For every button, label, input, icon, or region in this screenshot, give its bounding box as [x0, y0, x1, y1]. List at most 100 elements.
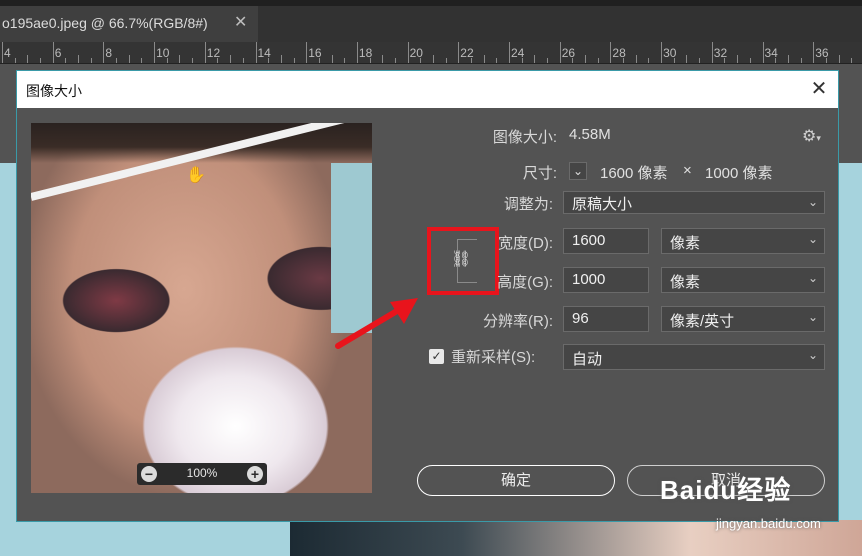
ruler-minor-tick: [40, 58, 42, 63]
width-unit-value: 像素: [670, 235, 701, 252]
close-tab-icon[interactable]: ✕: [234, 12, 247, 32]
ruler-minor-tick: [547, 58, 549, 63]
ruler-minor-tick: [217, 58, 219, 63]
ruler-minor-tick: [179, 55, 181, 63]
zoom-out-button[interactable]: −: [141, 466, 157, 482]
document-tab-title: o195ae0.jpeg @ 66.7%(RGB/8#): [2, 15, 208, 31]
height-label: 高度(G):: [497, 274, 553, 291]
ruler-label: 6: [54, 46, 62, 60]
ruler-tick: [458, 42, 460, 63]
height-unit-select[interactable]: 像素 ⌄: [661, 267, 825, 293]
ruler-minor-tick: [699, 58, 701, 63]
horizontal-ruler: 4 6 8 10 12 14 16 18 20 22 24 26 28 30 32 34 36: [0, 42, 862, 64]
width-label: 宽度(D):: [498, 235, 553, 252]
ruler-tick: [154, 42, 156, 63]
ruler-minor-tick: [724, 58, 726, 63]
ruler-tick: [610, 42, 612, 63]
resample-checkbox[interactable]: ✓: [429, 349, 444, 364]
ruler-label: 4: [4, 46, 11, 60]
ruler-minor-tick: [496, 58, 498, 63]
baidu-watermark: Baidu经验: [660, 475, 792, 505]
ruler-minor-tick: [737, 55, 739, 63]
chevron-down-icon: ⌄: [807, 348, 818, 362]
ruler-minor-tick: [800, 58, 802, 63]
close-icon[interactable]: ✕: [805, 75, 833, 103]
zoom-value: 100%: [186, 466, 218, 480]
ruler-label: 8: [105, 46, 113, 60]
resolution-unit-value: 像素/英寸: [670, 313, 735, 330]
dialog-titlebar: 图像大小 ✕: [17, 71, 838, 108]
ruler-minor-tick: [521, 58, 523, 63]
ruler-minor-tick: [851, 58, 853, 63]
annotation-arrow-icon: [335, 298, 418, 349]
ruler-minor-tick: [825, 58, 827, 63]
ruler-tick: [52, 42, 54, 63]
dimensions-height: 1000 像素: [705, 165, 773, 182]
dimensions-label: 尺寸:: [522, 165, 557, 182]
ruler-minor-tick: [192, 58, 194, 63]
resolution-label: 分辨率(R):: [483, 313, 553, 330]
fit-to-select[interactable]: 原稿大小 ⌄: [563, 191, 825, 214]
fit-to-label: 调整为:: [503, 196, 553, 213]
ok-button[interactable]: 确定: [417, 465, 615, 496]
hand-cursor-icon: ✋: [186, 167, 206, 184]
height-unit-value: 像素: [670, 274, 701, 291]
ruler-minor-tick: [141, 58, 143, 63]
zoom-in-button[interactable]: +: [247, 466, 263, 482]
ruler-tick: [103, 42, 105, 63]
ruler-minor-tick: [90, 58, 92, 63]
ruler-tick: [407, 42, 409, 63]
ruler-minor-tick: [382, 55, 384, 63]
ruler-minor-tick: [749, 58, 751, 63]
chevron-down-icon: ⌄: [807, 232, 818, 246]
settings-gear-icon[interactable]: ⚙▾: [802, 126, 821, 146]
image-preview[interactable]: ✋ − 100% +: [31, 123, 372, 493]
ruler-minor-tick: [280, 55, 282, 63]
ruler-minor-tick: [534, 55, 536, 63]
ruler-minor-tick: [293, 58, 295, 63]
ruler-tick: [711, 42, 713, 63]
resample-value: 自动: [572, 351, 603, 368]
ruler-tick: [255, 42, 257, 63]
width-input[interactable]: 1600: [563, 228, 649, 254]
ruler-minor-tick: [572, 58, 574, 63]
ruler-minor-tick: [344, 58, 346, 63]
resample-label: 重新采样(S):: [451, 349, 536, 366]
ruler-minor-tick: [268, 58, 270, 63]
dimensions-times: ×: [683, 162, 692, 179]
ruler-minor-tick: [242, 58, 244, 63]
ruler-minor-tick: [483, 55, 485, 63]
height-input[interactable]: 1000: [563, 267, 649, 293]
ruler-minor-tick: [470, 58, 472, 63]
ruler-tick: [559, 42, 561, 63]
dialog-title: 图像大小: [26, 83, 82, 99]
ruler-tick: [762, 42, 764, 63]
image-size-label: 图像大小:: [492, 129, 557, 146]
dimensions-unit-dropdown[interactable]: ⌄: [569, 162, 587, 180]
ruler-minor-tick: [331, 55, 333, 63]
resample-select[interactable]: 自动 ⌄: [563, 344, 825, 370]
ruler-minor-tick: [648, 58, 650, 63]
dimensions-width: 1600 像素: [600, 165, 668, 182]
ruler-tick: [509, 42, 510, 63]
ruler-minor-tick: [14, 58, 16, 63]
ruler-minor-tick: [230, 55, 232, 63]
image-size-value: 4.58M: [569, 126, 611, 143]
ruler-minor-tick: [838, 55, 840, 63]
width-unit-select[interactable]: 像素 ⌄: [661, 228, 825, 254]
ruler-minor-tick: [597, 58, 599, 63]
ruler-tick: [813, 42, 815, 63]
chevron-down-icon: ⌄: [807, 195, 818, 209]
ruler-minor-tick: [775, 58, 777, 63]
ruler-minor-tick: [673, 58, 675, 63]
resolution-unit-select[interactable]: 像素/英寸 ⌄: [661, 306, 825, 332]
chevron-down-icon: ⌄: [807, 310, 818, 324]
ruler-minor-tick: [635, 55, 637, 63]
ruler-tick: [204, 42, 206, 63]
ruler-minor-tick: [369, 58, 371, 63]
ruler-tick: [306, 42, 308, 63]
ruler-minor-tick: [318, 58, 320, 63]
ruler-minor-tick: [445, 58, 447, 63]
ruler-tick: [2, 42, 3, 63]
resolution-input[interactable]: 96: [563, 306, 649, 332]
